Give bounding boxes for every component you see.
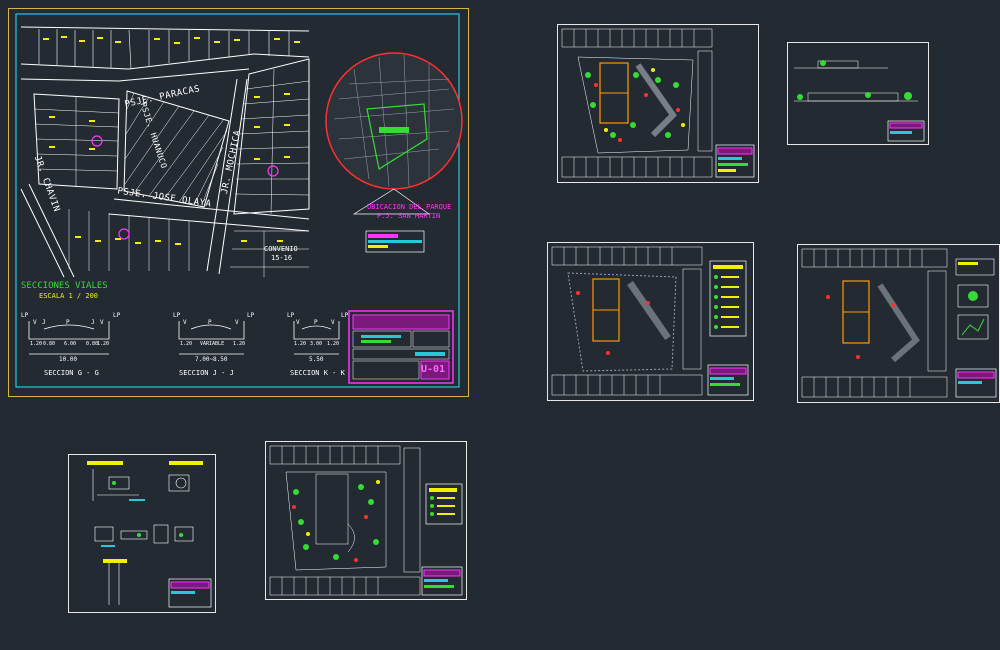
section-j-part-2: VARIABLE [200, 341, 225, 347]
section-k-part-2: 3.00 [310, 341, 323, 347]
sheet-elevation[interactable] [787, 42, 929, 145]
sheet-elevation-drawing [794, 60, 925, 142]
section-g-total: 10.00 [59, 356, 78, 363]
section-j-letter-v-left: V [183, 319, 187, 326]
section-g-part-1: 1.20 [30, 341, 43, 347]
section-k-letter-v-left: V [296, 319, 300, 326]
section-k-letter-p: P [314, 319, 318, 326]
sheet-park-plan-plaza-drawing [269, 445, 463, 596]
sections-title: SECCIONES VIALES [21, 281, 108, 291]
section-k-letter-v-right: V [331, 319, 335, 326]
section-k-letter-lp-right: LP [341, 312, 349, 319]
section-j-total: 7.00~8.50 [195, 356, 228, 363]
section-k-part-1: 1.20 [294, 341, 307, 347]
sections-scale: ESCALA 1 / 200 [39, 292, 99, 300]
location-title-line-1: UBICACION DEL PARQUE [367, 203, 452, 211]
section-j-part-1: 1.20 [180, 341, 193, 347]
section-g-letter-p: P [66, 319, 70, 326]
sheet-park-plan-details-drawing [801, 248, 997, 398]
sheet-park-plan-a-drawing [561, 28, 755, 178]
sheet-construction-details-drawing [87, 461, 212, 608]
section-g-part-3: 6.00 [64, 341, 77, 347]
section-j-letter-lp-left: LP [173, 312, 181, 319]
main-sheet[interactable]: PSJE. PARACAS PSJE. HUANUCO PSJE. JOSE O… [8, 8, 469, 397]
section-j-name: SECCION J - J [179, 369, 234, 377]
section-j-letter-v-right: V [235, 319, 239, 326]
section-g-part-2: 0.80 [43, 341, 56, 347]
sheet-code: U-01 [421, 364, 446, 375]
section-g-letter-lp-right: LP [113, 312, 121, 319]
lot-label-convenio-number: 15-16 [271, 254, 293, 262]
section-j-part-3: 1.20 [233, 341, 246, 347]
sheet-park-plan-legend-drawing [551, 246, 749, 396]
sheet-construction-details[interactable] [68, 454, 216, 613]
section-k-total: 5.50 [309, 356, 324, 363]
section-k-letter-lp-left: LP [287, 312, 295, 319]
section-g-part-5: 1.20 [97, 341, 110, 347]
section-g-letter-v-right: V [100, 319, 104, 326]
section-k-name: SECCION K - K [290, 369, 345, 377]
lot-label-convenio: CONVENIO [264, 245, 298, 253]
section-g-name: SECCION G - G [44, 369, 99, 377]
section-k-part-3: 1.20 [327, 341, 340, 347]
location-title-line-2: P.J. SAN MARTIN [377, 212, 441, 220]
sheet-park-plan-plaza[interactable] [265, 441, 467, 600]
section-j-letter-p: P [208, 319, 212, 326]
sheet-park-plan-details[interactable] [797, 244, 1000, 403]
section-g-letter-j-right: J [91, 319, 95, 326]
section-g-letter-j-left: J [42, 319, 46, 326]
sheet-park-plan-a[interactable] [557, 24, 759, 183]
section-g-letter-v-left: V [33, 319, 37, 326]
section-j-letter-lp-right: LP [247, 312, 255, 319]
section-g-letter-lp-left: LP [21, 312, 29, 319]
sheet-park-plan-legend[interactable] [547, 242, 754, 401]
